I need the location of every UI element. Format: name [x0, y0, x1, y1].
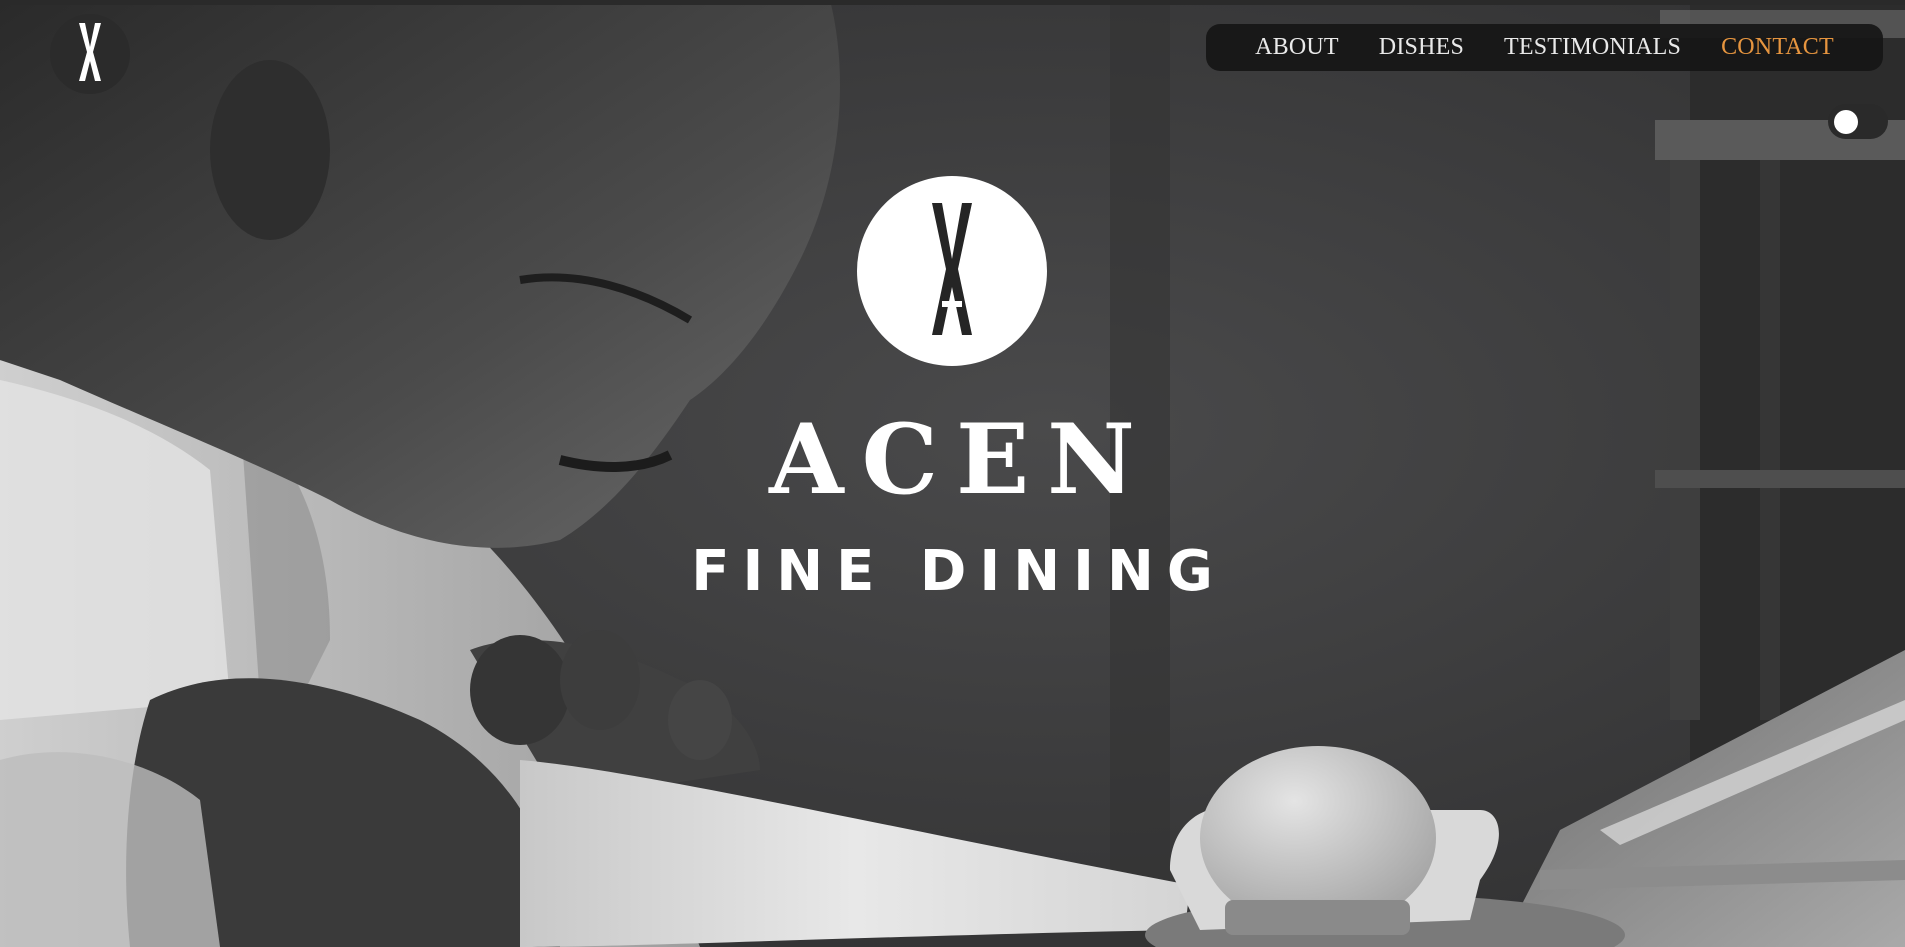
nav-contact-link[interactable]: CONTACT [1721, 34, 1834, 61]
toggle-knob [1834, 110, 1858, 134]
header-logo[interactable] [50, 14, 130, 94]
brand-name: ACEN [769, 403, 1153, 516]
acen-logo-icon [77, 21, 103, 88]
acen-logo-icon [930, 201, 974, 342]
center-logo [857, 176, 1047, 366]
nav-about-link[interactable]: ABOUT [1255, 34, 1339, 61]
hero-section: ABOUT DISHES TESTIMONIALS CONTACT ACEN F… [0, 0, 1905, 947]
nav-testimonials-link[interactable]: TESTIMONIALS [1504, 34, 1681, 61]
top-border [0, 0, 1905, 5]
brand-tagline: FINE DINING [691, 539, 1226, 604]
nav-dishes-link[interactable]: DISHES [1379, 34, 1464, 61]
theme-toggle[interactable] [1828, 104, 1888, 139]
main-nav: ABOUT DISHES TESTIMONIALS CONTACT [1206, 24, 1883, 71]
